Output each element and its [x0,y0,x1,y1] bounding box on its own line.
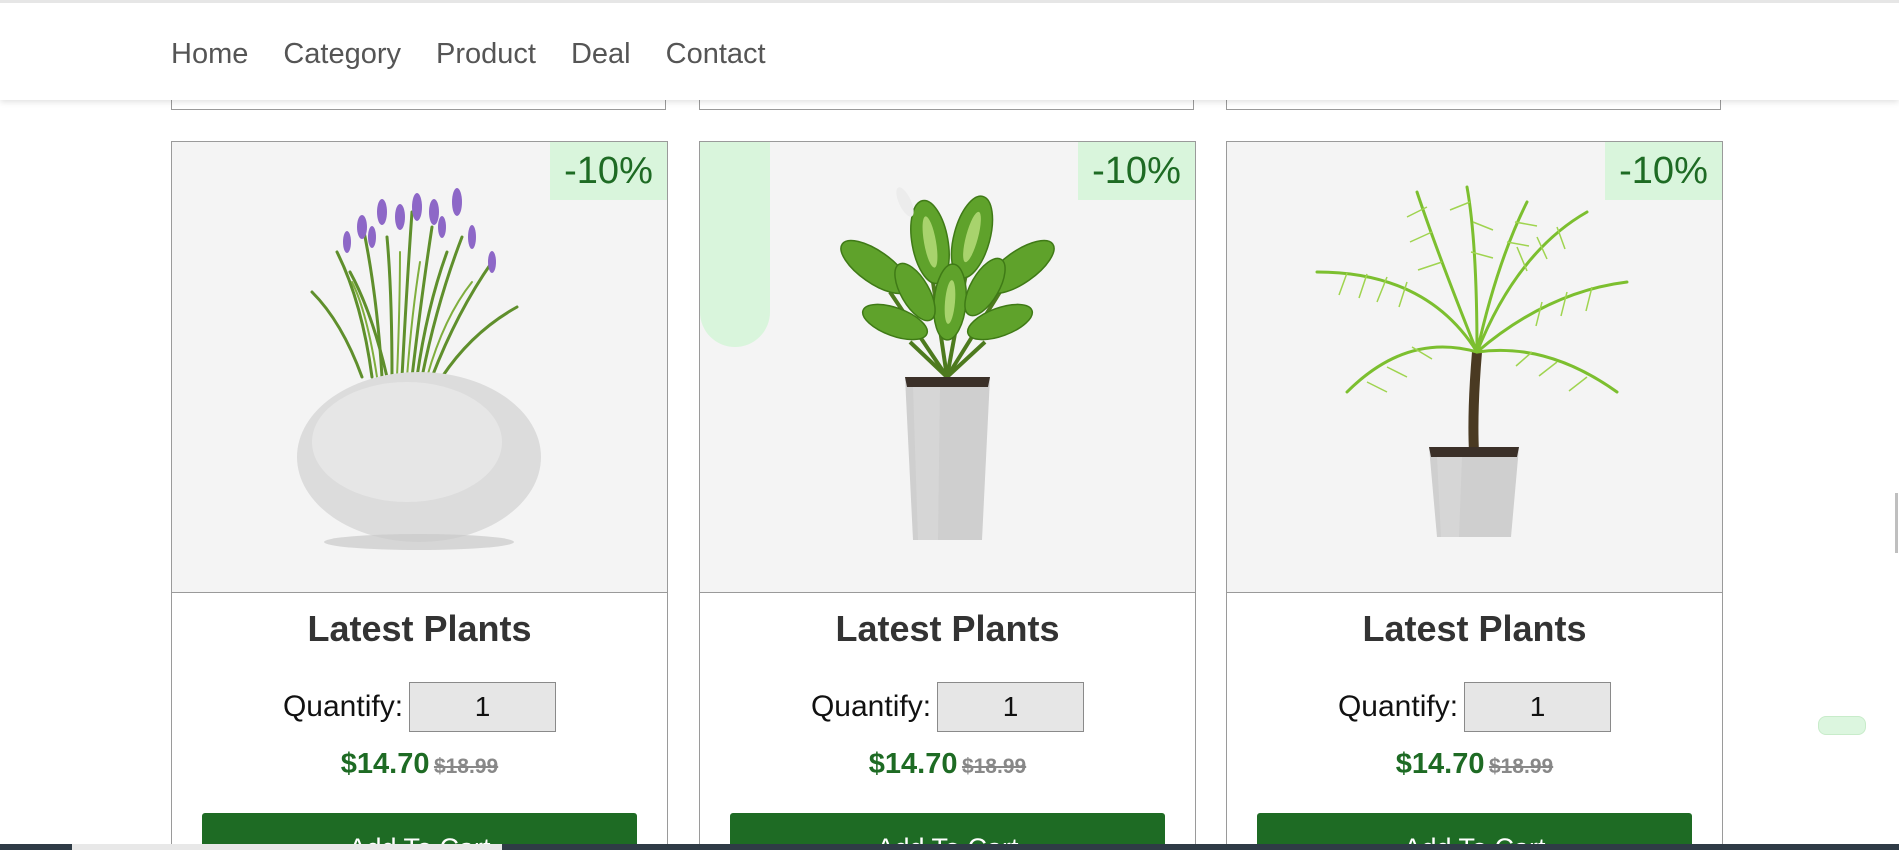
floating-chip[interactable] [1818,716,1866,735]
discount-badge: -10% [550,142,667,200]
old-price: $18.99 [433,755,499,778]
quantity-row: Quantify: [700,682,1195,732]
bottom-bar-segment [72,844,502,850]
product-card: -10% Latest Plants Quantify: $14.70 $18.… [699,141,1196,850]
product-title: Latest Plants [1362,608,1587,649]
quantity-input[interactable] [409,682,557,732]
quantity-input[interactable] [1464,682,1612,732]
nav-link-deal[interactable]: Deal [571,37,631,71]
discount-badge: -10% [1605,142,1722,200]
old-price: $18.99 [961,755,1027,778]
nav-link-contact[interactable]: Contact [666,37,766,71]
quantity-row: Quantify: [1227,682,1722,732]
nav-link-category[interactable]: Category [283,37,401,71]
dieffenbachia-in-tall-pot-icon [840,187,1055,540]
nav-menu: Home Category Product Deal Contact [171,37,766,71]
current-price: $14.70 [868,748,958,780]
price-row: $14.70 $18.99 [172,748,667,781]
quantity-input[interactable] [937,682,1085,732]
quantity-label: Quantify: [810,690,932,723]
price-row: $14.70 $18.99 [1227,748,1722,781]
nav-link-home[interactable]: Home [171,37,248,71]
product-card: -10% Latest Plants Quantify: $14.70 $18.… [171,141,668,850]
lavender-in-stone-pot-icon [297,188,541,550]
product-title: Latest Plants [835,608,1060,649]
product-card: -10% Latest Plants Quantify: $14.70 $18.… [1226,141,1723,850]
scrollbar-thumb[interactable] [1895,493,1898,553]
page: Home Category Product Deal Contact -10% … [0,0,1899,850]
palm-in-square-pot-icon [1315,185,1629,537]
old-price: $18.99 [1488,755,1554,778]
price-row: $14.70 $18.99 [700,748,1195,781]
product-title: Latest Plants [307,608,532,649]
quantity-label: Quantify: [282,690,404,723]
wishlist-tab[interactable] [700,142,770,347]
top-navbar: Home Category Product Deal Contact [0,0,1899,100]
current-price: $14.70 [1395,748,1485,780]
current-price: $14.70 [340,748,430,780]
discount-badge: -10% [1078,142,1195,200]
quantity-row: Quantify: [172,682,667,732]
product-image[interactable]: -10% [700,142,1195,593]
product-image[interactable]: -10% [172,142,667,593]
nav-link-product[interactable]: Product [436,37,536,71]
quantity-label: Quantify: [1337,690,1459,723]
product-image[interactable]: -10% [1227,142,1722,593]
